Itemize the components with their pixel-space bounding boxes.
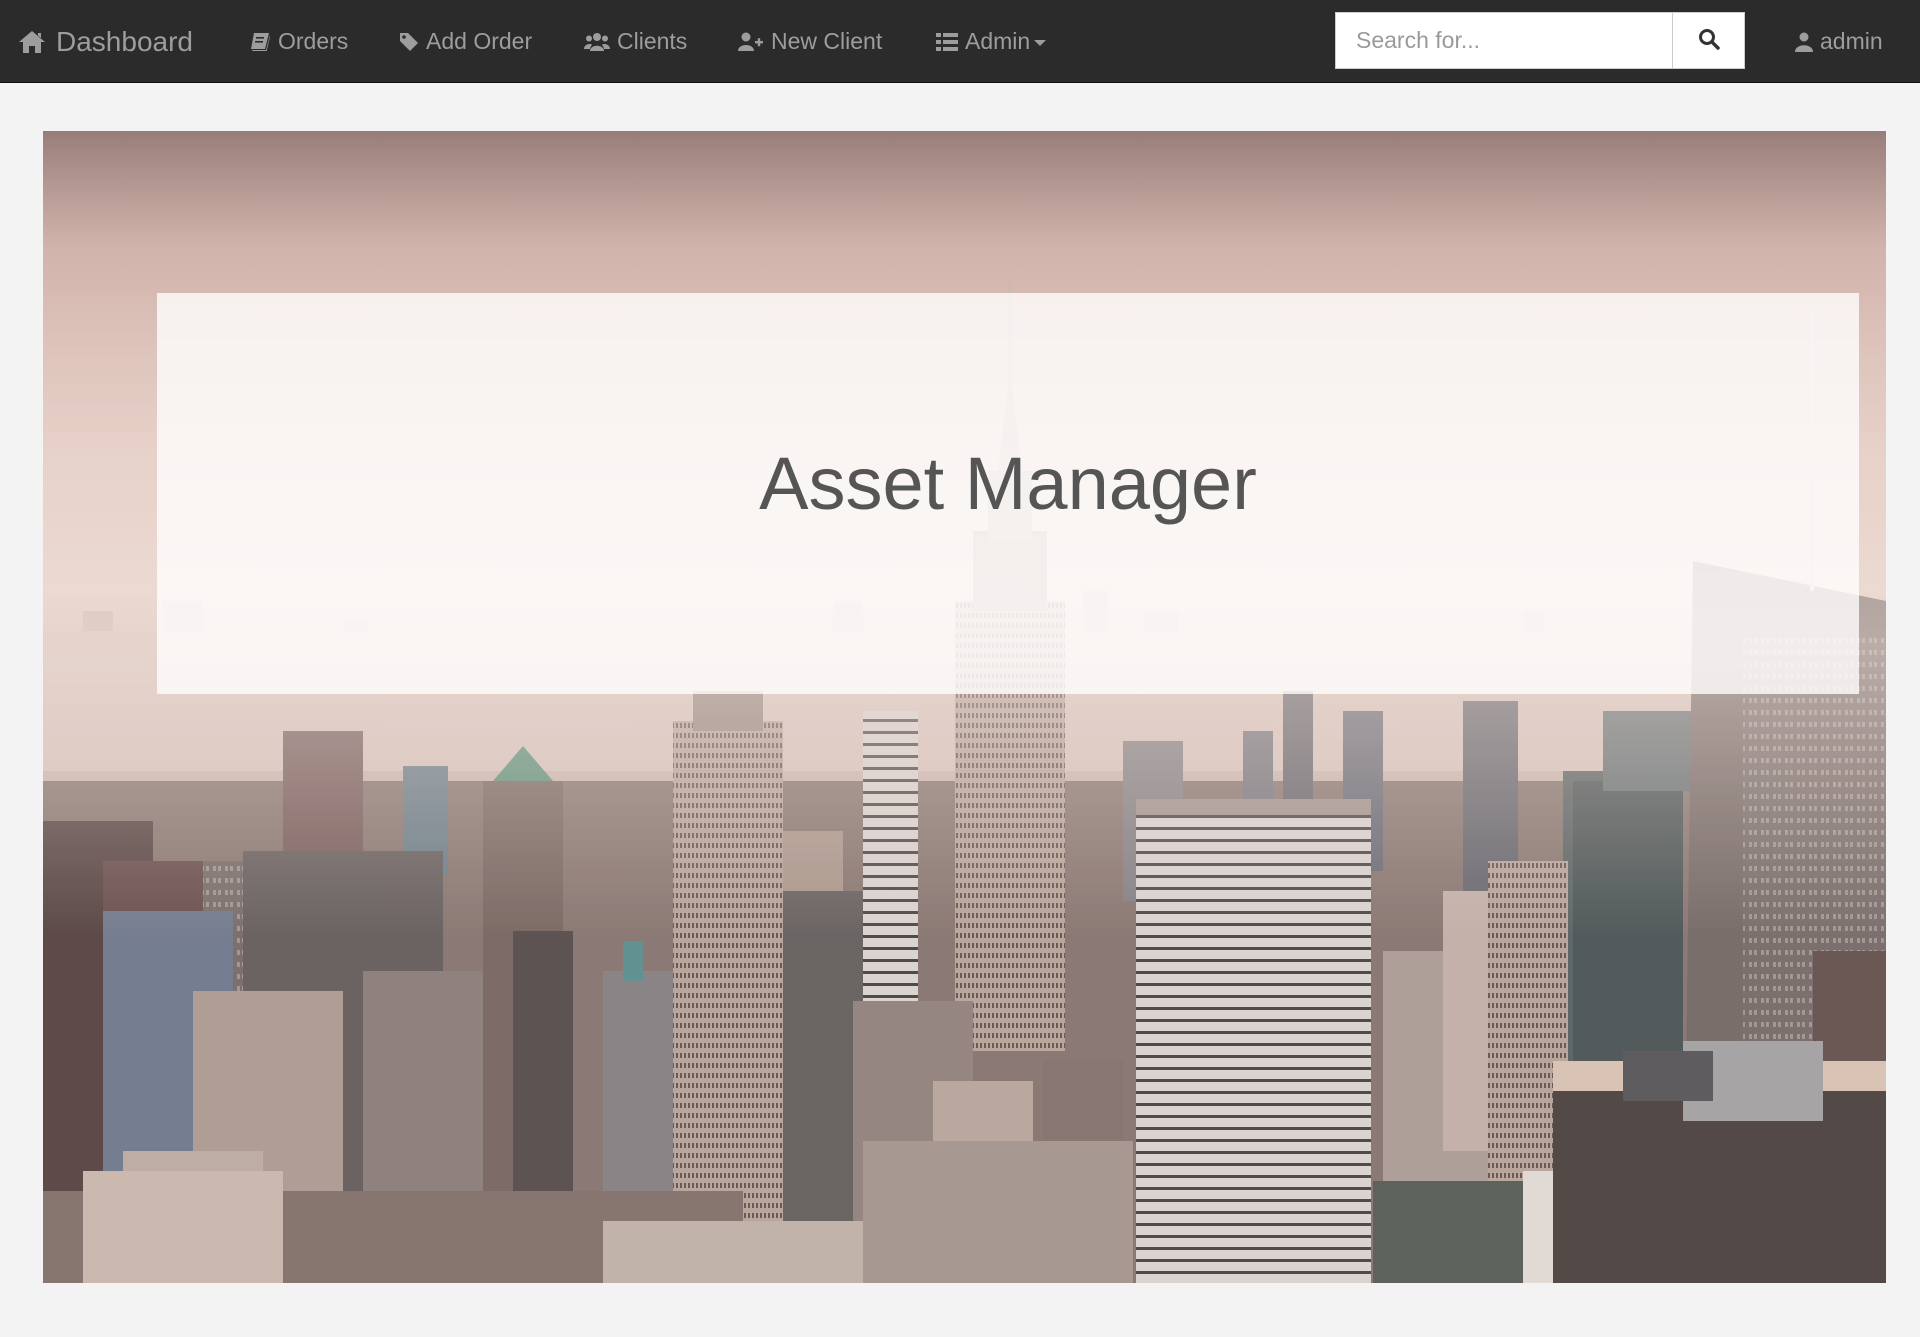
- search-form: [1335, 12, 1745, 69]
- book-icon: [249, 32, 271, 52]
- search-input[interactable]: [1335, 12, 1672, 69]
- search-button[interactable]: [1672, 12, 1745, 69]
- jumbotron-panel: Asset Manager: [157, 293, 1859, 694]
- nav-orders-link[interactable]: Orders: [249, 0, 348, 83]
- brand-dashboard-link[interactable]: Dashboard: [18, 0, 193, 83]
- nav-clients-label: Clients: [617, 28, 688, 54]
- nav-new-client-label: New Client: [771, 28, 883, 54]
- page-title: Asset Manager: [759, 442, 1257, 525]
- users-icon: [584, 32, 610, 52]
- nav-orders-label: Orders: [278, 28, 349, 54]
- tag-icon: [399, 32, 419, 52]
- list-icon: [936, 32, 958, 51]
- nav-new-client-link[interactable]: New Client: [738, 0, 882, 83]
- user-plus-icon: [738, 32, 764, 52]
- nav-add-order-label: Add Order: [426, 28, 533, 54]
- nav-admin-dropdown[interactable]: Admin: [936, 0, 1047, 83]
- search-icon: [1698, 28, 1720, 53]
- nav-clients-link[interactable]: Clients: [584, 0, 687, 83]
- hero-banner: Asset Manager: [43, 131, 1886, 1283]
- user-icon: [1795, 32, 1813, 52]
- nav-admin-label: Admin: [965, 28, 1031, 54]
- user-label: admin: [1820, 28, 1883, 54]
- top-navbar: Dashboard Orders Add Order Clients New C…: [0, 0, 1920, 83]
- brand-label: Dashboard: [56, 25, 193, 57]
- nav-add-order-link[interactable]: Add Order: [399, 0, 532, 83]
- home-icon: [18, 30, 46, 54]
- user-menu-link[interactable]: admin: [1795, 0, 1883, 83]
- chevron-down-icon: [1034, 39, 1047, 46]
